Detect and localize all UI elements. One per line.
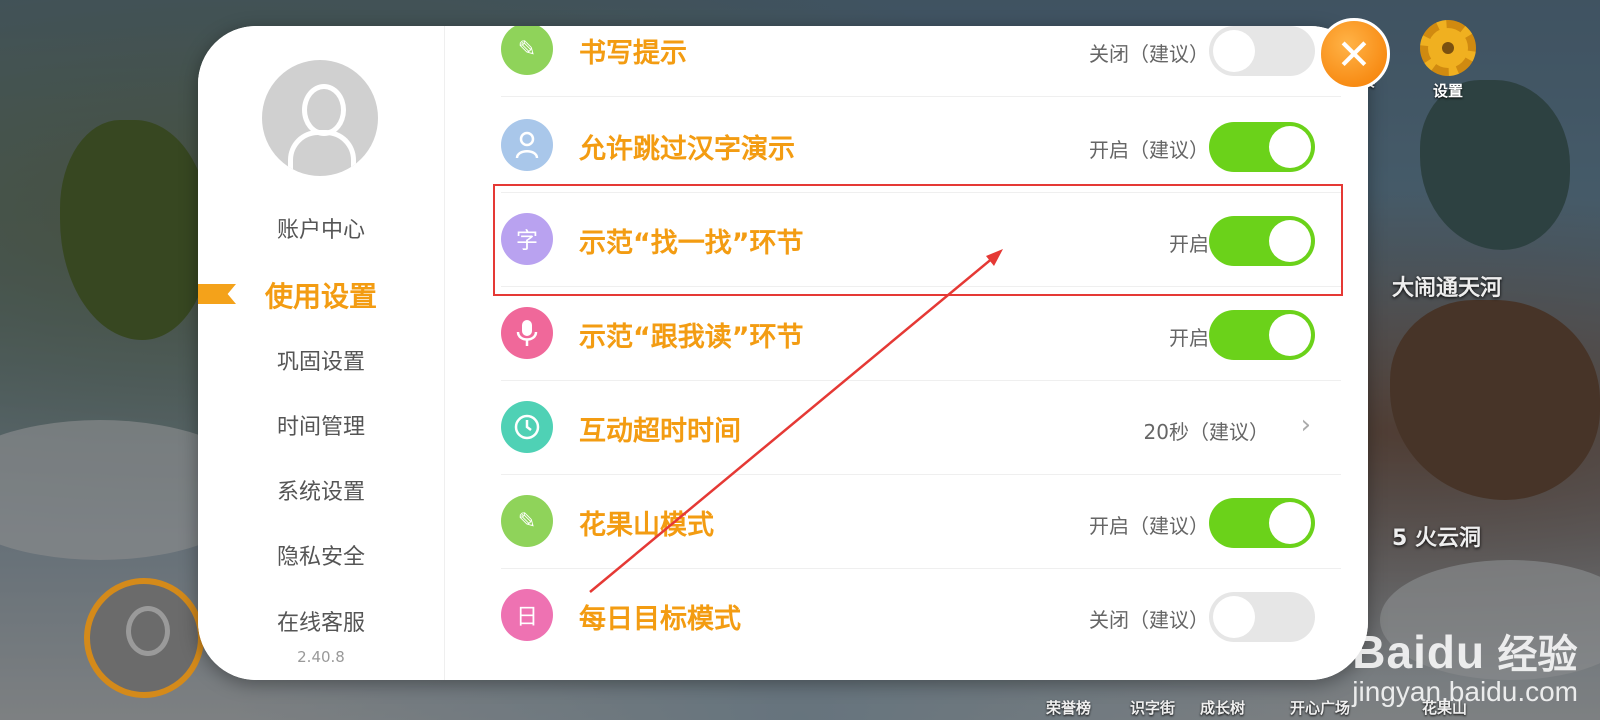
character-icon: 字 (501, 213, 553, 265)
user-icon (302, 84, 346, 136)
setting-status: 关闭（建议） (1089, 42, 1209, 66)
setting-title: 示范“找一找”环节 (579, 228, 804, 259)
setting-status: 开启（建议） (1089, 514, 1209, 538)
setting-row[interactable]: 字 示范“找一找”环节 开启 (501, 192, 1341, 287)
bg-user-avatar[interactable] (84, 578, 204, 698)
microphone-icon (501, 307, 553, 359)
setting-row[interactable]: ✎ 花果山模式 开启（建议） (501, 474, 1341, 569)
setting-status: 开启 (1169, 326, 1209, 350)
setting-toggle[interactable] (1209, 216, 1315, 266)
bottom-tab[interactable]: 荣誉榜 (1046, 697, 1091, 718)
calendar-icon: 日 (501, 589, 553, 641)
setting-toggle[interactable] (1209, 26, 1315, 76)
pen-icon: ✎ (501, 26, 553, 75)
setting-toggle[interactable] (1209, 592, 1315, 642)
level-label[interactable]: 5 火云洞 (1392, 520, 1481, 552)
sidebar-item-usage-settings[interactable]: 使用设置 (198, 275, 444, 315)
setting-title: 允许跳过汉字演示 (579, 134, 795, 165)
close-button[interactable]: ✕ (1318, 18, 1390, 90)
watermark-url: jingyan.baidu.com (1352, 676, 1578, 707)
bg-settings-label: 设置 (1432, 82, 1463, 100)
setting-title: 书写提示 (579, 38, 687, 69)
sidebar-item-review-settings[interactable]: 巩固设置 (198, 344, 444, 376)
sidebar-item-account[interactable]: 账户中心 (198, 212, 444, 244)
bottom-tab[interactable]: 开心广场 (1290, 697, 1350, 718)
settings-list[interactable]: ✎ 书写提示 关闭（建议） 允许跳过汉字演示 开启（建议） 字 示范“找一找”环… (445, 26, 1368, 680)
close-icon: ✕ (1336, 29, 1372, 79)
pen-icon: ✎ (501, 495, 553, 547)
baidu-watermark: Baidu 经验 jingyan.baidu.com (1352, 622, 1578, 708)
setting-row[interactable]: 示范“跟我读”环节 开启 (501, 286, 1341, 381)
watermark-brand-cn: 经验 (1497, 633, 1578, 677)
setting-row[interactable]: 允许跳过汉字演示 开启（建议） (501, 98, 1341, 193)
bottom-tab[interactable]: 成长树 (1200, 697, 1245, 718)
bottom-tab[interactable]: 识字街 (1130, 697, 1175, 718)
settings-dialog: 账户中心 使用设置 巩固设置 时间管理 系统设置 隐私安全 在线客服 2.40.… (198, 26, 1368, 680)
setting-status: 开启 (1169, 232, 1209, 256)
bg-settings-button[interactable]: 设置 (1420, 20, 1476, 101)
setting-title: 花果山模式 (579, 510, 714, 541)
setting-toggle[interactable] (1209, 498, 1315, 548)
setting-status: 关闭（建议） (1089, 608, 1209, 632)
app-version: 2.40.8 (297, 648, 345, 666)
profile-avatar[interactable] (262, 60, 378, 176)
setting-title: 互动超时时间 (579, 416, 741, 447)
setting-row[interactable]: 互动超时时间 20秒（建议） › (501, 380, 1341, 475)
sidebar-item-time-management[interactable]: 时间管理 (198, 409, 444, 441)
setting-status: 20秒（建议） (1143, 420, 1269, 444)
level-label[interactable]: 大闹通天河 (1392, 270, 1502, 302)
chevron-right-icon[interactable]: › (1301, 410, 1311, 440)
setting-title: 每日目标模式 (579, 604, 741, 635)
sidebar-item-privacy[interactable]: 隐私安全 (198, 539, 444, 571)
sidebar-item-system-settings[interactable]: 系统设置 (198, 474, 444, 506)
setting-row[interactable]: ✎ 书写提示 关闭（建议） (501, 26, 1341, 97)
setting-status: 开启（建议） (1089, 138, 1209, 162)
sidebar-item-customer-service[interactable]: 在线客服 (198, 605, 444, 637)
person-icon (501, 119, 553, 171)
setting-toggle[interactable] (1209, 122, 1315, 172)
clock-icon (501, 401, 553, 453)
setting-row[interactable]: 日 每日目标模式 关闭（建议） (501, 568, 1341, 662)
watermark-brand: Baidu (1352, 626, 1486, 678)
setting-title: 示范“跟我读”环节 (579, 322, 804, 353)
setting-toggle[interactable] (1209, 310, 1315, 360)
settings-sidebar: 账户中心 使用设置 巩固设置 时间管理 系统设置 隐私安全 在线客服 2.40.… (198, 26, 445, 680)
gear-icon (1420, 20, 1476, 76)
